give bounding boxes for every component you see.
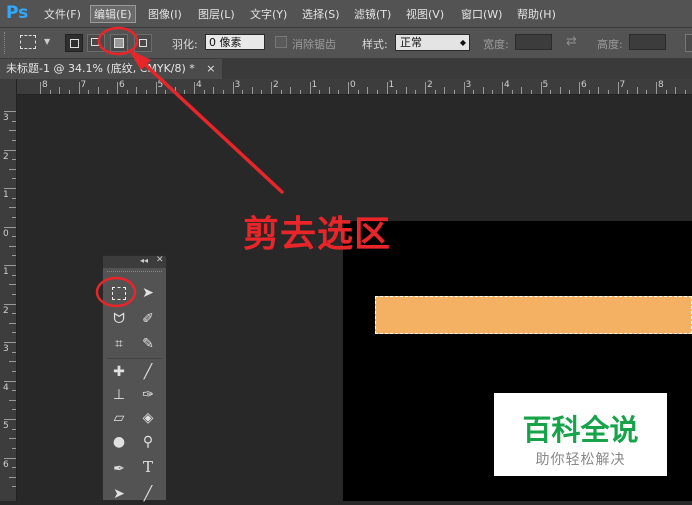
annotation-caption: 剪去选区 xyxy=(243,214,392,255)
watermark-subtitle: 助你轻松解决 xyxy=(535,452,626,468)
watermark: 百科全说 助你轻松解决 xyxy=(494,393,667,476)
watermark-title: 百科全说 xyxy=(522,413,639,447)
highlight-circle-options xyxy=(97,26,139,56)
annotation-arrow-line xyxy=(136,56,284,194)
highlight-circle-tool xyxy=(95,276,137,308)
